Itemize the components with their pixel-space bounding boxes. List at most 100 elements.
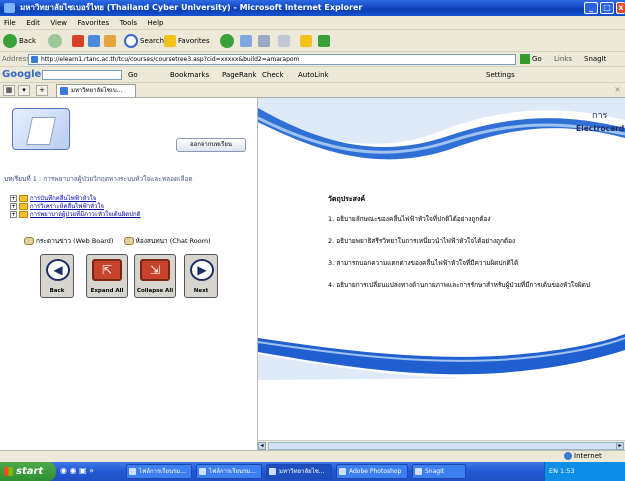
course-header-title: การ — [592, 111, 608, 121]
tree-item[interactable]: + การวิเคราะห์คลื่นไฟฟ้าหัวใจ — [10, 203, 250, 211]
status-bar: Internet — [0, 450, 625, 462]
address-label: Address — [2, 55, 30, 63]
go-arrow-icon — [520, 54, 530, 64]
home-button[interactable] — [104, 33, 118, 49]
back-button[interactable]: Back — [3, 33, 36, 49]
close-button[interactable]: x — [616, 2, 625, 14]
stop-icon — [72, 35, 84, 47]
folder-icon — [19, 203, 28, 210]
taskbar-item[interactable]: มหาวิทยาลัยไซ... — [266, 464, 332, 479]
links-button[interactable]: Links — [554, 54, 572, 65]
header-wave-banner — [258, 98, 625, 168]
edit-button[interactable] — [278, 33, 292, 49]
back-nav-button[interactable]: ◀ Back — [40, 254, 74, 298]
edit-icon — [278, 35, 290, 47]
pagerank-indicator[interactable]: PageRank — [222, 70, 256, 80]
menu-bar: File Edit View Favorites Tools Help — [0, 16, 625, 30]
google-logo[interactable]: Google — [2, 69, 41, 80]
refresh-button[interactable] — [88, 33, 102, 49]
check-button[interactable]: Check — [262, 70, 284, 80]
ie-window: มหาวิทยาลัยไซเบอร์ไทย (Thailand Cyber Un… — [0, 0, 625, 481]
minimize-button[interactable]: _ — [584, 2, 598, 14]
expand-all-icon: ⇱ — [92, 259, 122, 281]
quick-launch-icons[interactable]: ◉ ◉ ▣ » — [60, 466, 94, 475]
menu-edit[interactable]: Edit — [22, 16, 44, 30]
search-icon — [124, 34, 138, 48]
menu-tools[interactable]: Tools — [116, 16, 141, 30]
tab-list-button[interactable]: ▾ — [18, 85, 30, 96]
bookmarks-button[interactable]: Bookmarks — [170, 70, 209, 80]
history-button[interactable] — [220, 33, 236, 49]
snagit-toolbar-button[interactable] — [318, 33, 332, 49]
expand-all-button[interactable]: ⇱ Expand All — [86, 254, 128, 298]
scroll-thumb[interactable] — [268, 442, 618, 450]
community-links: กระดานข่าว (Web Board) ห้องสนทนา (Chat R… — [24, 236, 254, 246]
taskbar-item[interactable]: ไฟล์การเรียนรม... — [196, 464, 262, 479]
maximize-button[interactable]: □ — [600, 2, 614, 14]
course-header-subtitle: Electrocardio — [576, 124, 625, 133]
scroll-left-icon[interactable]: ◂ — [258, 442, 266, 450]
exit-lesson-button[interactable]: ออกจากบทเรียน — [176, 138, 246, 152]
folder-icon — [19, 195, 28, 202]
title-bar[interactable]: มหาวิทยาลัยไซเบอร์ไทย (Thailand Cyber Un… — [0, 0, 625, 16]
taskbar-item[interactable]: ไฟล์การเรียนรม... — [126, 464, 192, 479]
next-nav-button[interactable]: ▶ Next — [184, 254, 218, 298]
search-button[interactable]: Search — [124, 33, 164, 49]
close-tab-icon[interactable]: × — [614, 85, 621, 94]
tree-item[interactable]: + การบันทึกคลื่นไฟฟ้าหัวใจ — [10, 195, 250, 203]
taskbar: start ◉ ◉ ▣ » ไฟล์การเรียนรม... ไฟล์การเ… — [0, 462, 625, 481]
print-icon — [258, 35, 270, 47]
new-tab-icon[interactable]: + — [36, 85, 48, 96]
start-button[interactable]: start — [0, 462, 56, 481]
window-title: มหาวิทยาลัยไซเบอร์ไทย (Thailand Cyber Un… — [20, 3, 363, 12]
menu-view[interactable]: View — [46, 16, 71, 30]
autolink-button[interactable]: AutoLink — [298, 70, 329, 80]
settings-button[interactable]: Settings — [486, 70, 515, 80]
expand-icon[interactable]: + — [10, 195, 17, 202]
star-icon — [164, 35, 176, 47]
taskbar-item[interactable]: SnagIt — [412, 464, 466, 479]
go-button[interactable]: Go — [520, 54, 548, 65]
menu-help[interactable]: Help — [144, 16, 168, 30]
course-tree-frame: ออกจากบทเรียน บทเรียนที่ 1 : การพยาบาลผู… — [0, 98, 258, 450]
print-button[interactable] — [258, 33, 272, 49]
snagit-icon — [318, 35, 330, 47]
menu-favorites[interactable]: Favorites — [74, 16, 114, 30]
folder-logo-icon — [12, 108, 70, 150]
refresh-icon — [88, 35, 100, 47]
taskbar-item[interactable]: Adobe Photoshop — [336, 464, 408, 479]
address-bar: Address http://elearn1.rtanc.ac.th/tcu/c… — [0, 52, 625, 67]
snagit-button[interactable]: SnagIt — [584, 54, 606, 65]
chatroom-link[interactable]: ห้องสนทนา (Chat Room) — [123, 236, 211, 246]
objective-item: 4. อธิบายการเปลี่ยนแปลงทางด้านกายภาพและก… — [328, 281, 591, 289]
tree-item[interactable]: + การพยาบาลผู้ป่วยที่มีภาวะหัวใจเต้นผิดปก… — [10, 211, 250, 219]
google-go-button[interactable]: Go — [128, 70, 138, 80]
expand-icon[interactable]: + — [10, 203, 17, 210]
address-input[interactable]: http://elearn1.rtanc.ac.th/tcu/courses/c… — [28, 54, 516, 65]
menu-file[interactable]: File — [0, 16, 20, 30]
scroll-right-icon[interactable]: ▸ — [616, 442, 624, 450]
horizontal-scrollbar[interactable]: ◂ ▸ — [258, 440, 625, 450]
webboard-icon — [24, 237, 34, 245]
forward-button[interactable] — [48, 33, 64, 49]
chat-icon — [123, 237, 134, 245]
stop-button[interactable] — [72, 33, 86, 49]
home-icon — [104, 35, 116, 47]
favorites-button[interactable]: Favorites — [164, 33, 210, 49]
back-arrow-icon — [3, 34, 17, 48]
google-search-input[interactable] — [42, 70, 122, 80]
objective-item: 2. อธิบายพยาธิสรีรวิทยาในการเหนี่ยวนำไฟฟ… — [328, 237, 516, 245]
mail-button[interactable] — [240, 33, 254, 49]
tab-active[interactable]: มหาวิทยาลัยไซเบ... — [56, 84, 136, 97]
expand-icon[interactable]: + — [10, 211, 17, 218]
lesson-heading: บทเรียนที่ 1 : การพยาบาลผู้ป่วยวิกฤตทางร… — [4, 174, 254, 184]
webboard-link[interactable]: กระดานข่าว (Web Board) — [24, 236, 113, 246]
next-circle-icon: ▶ — [190, 259, 214, 281]
objectives-heading: วัตถุประสงค์ — [328, 195, 366, 203]
messenger-button[interactable] — [300, 33, 314, 49]
lesson-tree: + การบันทึกคลื่นไฟฟ้าหัวใจ + การวิเคราะห์ค… — [10, 195, 250, 219]
collapse-all-button[interactable]: ⇲ Collapse All — [134, 254, 176, 298]
objective-item: 3. สามารถบอกความแตกต่างของคลื่นไฟฟ้าหัวใ… — [328, 259, 519, 267]
collapse-all-icon: ⇲ — [140, 259, 170, 281]
quick-tabs-button[interactable]: ▦ — [3, 85, 15, 96]
